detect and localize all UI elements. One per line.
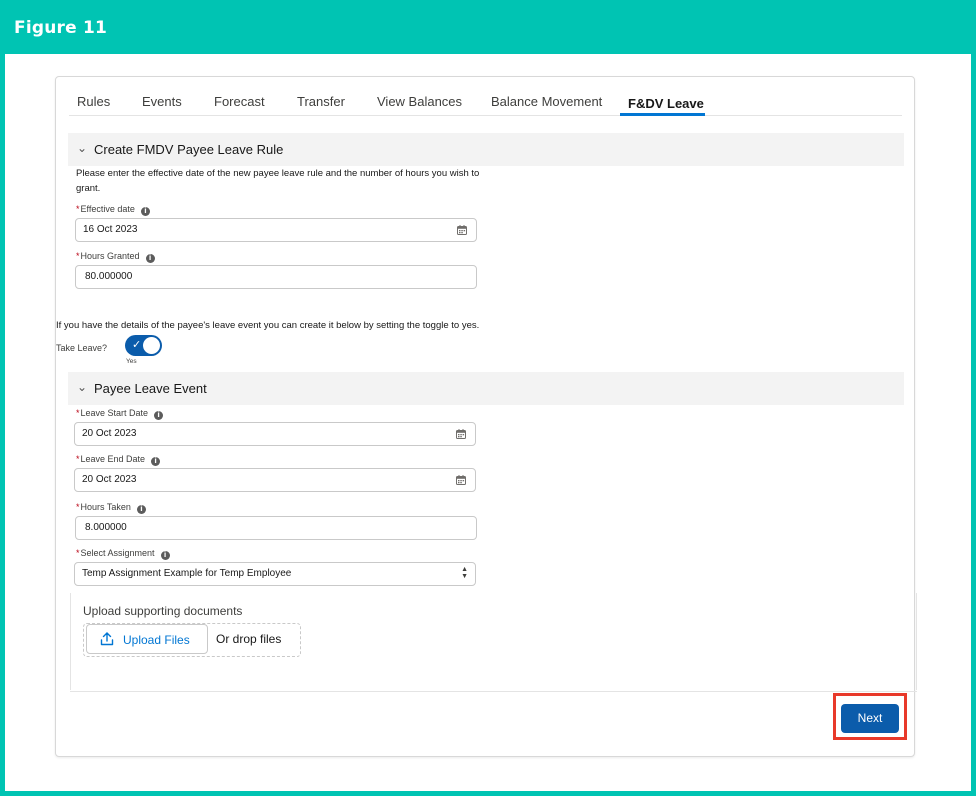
required-marker: * bbox=[76, 548, 80, 558]
upload-files-button[interactable]: Upload Files bbox=[86, 624, 208, 654]
event-section-header[interactable]: ⌄ Payee Leave Event bbox=[68, 372, 904, 405]
leave-start-date-value: 20 Oct 2023 bbox=[82, 428, 137, 439]
required-marker: * bbox=[76, 454, 80, 464]
toggle-state-text: Yes bbox=[126, 358, 137, 365]
take-leave-toggle[interactable]: ✓ bbox=[125, 335, 162, 356]
effective-date-label-text: Effective date bbox=[80, 204, 135, 214]
leave-start-date-label-text: Leave Start Date bbox=[80, 408, 149, 418]
hours-taken-value: 8.000000 bbox=[85, 522, 127, 533]
chevron-down-icon: ⌄ bbox=[77, 380, 88, 394]
leave-end-date-label-text: Leave End Date bbox=[80, 454, 146, 464]
rule-description: Please enter the effective date of the n… bbox=[76, 168, 480, 194]
calendar-icon[interactable] bbox=[457, 225, 467, 235]
footer-divider bbox=[70, 691, 917, 692]
tab-transfer[interactable]: Transfer bbox=[297, 94, 345, 109]
info-icon[interactable]: i bbox=[151, 457, 161, 466]
rule-section-title: Create FMDV Payee Leave Rule bbox=[94, 142, 284, 157]
tab-view-balances[interactable]: View Balances bbox=[377, 94, 462, 109]
rule-section-header[interactable]: ⌄ Create FMDV Payee Leave Rule bbox=[68, 133, 904, 166]
chevron-down-icon: ⌄ bbox=[77, 141, 88, 155]
required-marker: * bbox=[76, 502, 80, 512]
select-assignment-label: *Select Assignment i bbox=[76, 548, 170, 560]
info-icon[interactable]: i bbox=[154, 411, 164, 420]
effective-date-value: 16 Oct 2023 bbox=[83, 224, 138, 235]
required-marker: * bbox=[76, 204, 80, 214]
effective-date-input[interactable]: 16 Oct 2023 bbox=[75, 218, 477, 242]
tab-fdv-leave[interactable]: F&DV Leave bbox=[628, 96, 704, 111]
select-assignment-dropdown[interactable]: Temp Assignment Example for Temp Employe… bbox=[74, 562, 476, 586]
event-section-title: Payee Leave Event bbox=[94, 381, 207, 396]
effective-date-label: *Effective date i bbox=[76, 204, 150, 216]
leave-start-date-input[interactable]: 20 Oct 2023 bbox=[74, 422, 476, 446]
select-arrows-icon: ▲ ▼ bbox=[461, 566, 468, 580]
upload-title: Upload supporting documents bbox=[83, 604, 243, 618]
select-assignment-value: Temp Assignment Example for Temp Employe… bbox=[82, 568, 292, 579]
info-icon[interactable]: i bbox=[160, 551, 170, 560]
leave-end-date-input[interactable]: 20 Oct 2023 bbox=[74, 468, 476, 492]
calendar-icon[interactable] bbox=[456, 475, 466, 485]
info-icon[interactable]: i bbox=[140, 207, 150, 216]
hours-granted-label: *Hours Granted i bbox=[76, 251, 155, 263]
info-icon[interactable]: i bbox=[145, 254, 155, 263]
tab-rules[interactable]: Rules bbox=[77, 94, 110, 109]
take-leave-label: Take Leave? bbox=[56, 343, 108, 353]
tab-bar: Rules Events Forecast Transfer View Bala… bbox=[69, 77, 902, 116]
info-icon[interactable]: i bbox=[136, 505, 146, 514]
next-button[interactable]: Next bbox=[841, 704, 899, 733]
upload-icon bbox=[100, 632, 114, 646]
upload-files-label: Upload Files bbox=[123, 633, 190, 647]
tab-events[interactable]: Events bbox=[142, 94, 182, 109]
select-assignment-label-text: Select Assignment bbox=[80, 548, 155, 558]
drop-files-text: Or drop files bbox=[216, 632, 282, 646]
tab-forecast[interactable]: Forecast bbox=[214, 94, 265, 109]
calendar-icon[interactable] bbox=[456, 429, 466, 439]
hours-taken-input[interactable]: 8.000000 bbox=[75, 516, 477, 540]
hours-taken-label-text: Hours Taken bbox=[80, 502, 131, 512]
active-tab-indicator bbox=[620, 113, 705, 116]
toggle-knob bbox=[143, 337, 160, 354]
toggle-description: If you have the details of the payee's l… bbox=[56, 320, 480, 331]
leave-end-date-value: 20 Oct 2023 bbox=[82, 474, 137, 485]
hours-granted-value: 80.000000 bbox=[85, 271, 133, 282]
tab-balance-movement[interactable]: Balance Movement bbox=[491, 94, 602, 109]
required-marker: * bbox=[76, 408, 80, 418]
hours-granted-input[interactable]: 80.000000 bbox=[75, 265, 477, 289]
check-icon: ✓ bbox=[132, 339, 142, 351]
hours-taken-label: *Hours Taken i bbox=[76, 502, 146, 514]
leave-card: Rules Events Forecast Transfer View Bala… bbox=[55, 76, 917, 757]
hours-granted-label-text: Hours Granted bbox=[80, 251, 140, 261]
leave-end-date-label: *Leave End Date i bbox=[76, 454, 161, 466]
leave-start-date-label: *Leave Start Date i bbox=[76, 408, 164, 420]
required-marker: * bbox=[76, 251, 80, 261]
